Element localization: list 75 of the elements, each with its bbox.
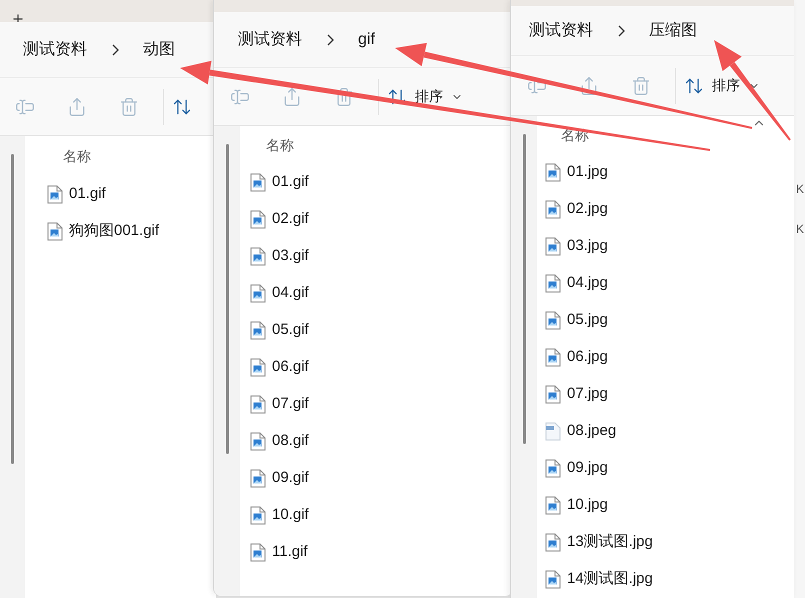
trash-icon — [119, 96, 139, 116]
breadcrumb-item[interactable]: 动图 — [143, 38, 175, 62]
breadcrumb-item[interactable]: 测试资料 — [238, 28, 302, 52]
image-file-icon — [250, 506, 266, 525]
file-row[interactable]: 10.jpg — [545, 487, 794, 524]
image-file-icon — [47, 185, 63, 204]
rename-icon — [230, 86, 250, 106]
image-file-icon — [545, 533, 561, 552]
chevron-right-icon — [111, 44, 119, 56]
rename-icon — [15, 96, 35, 116]
image-file-icon — [250, 358, 266, 377]
file-row[interactable]: 03.jpg — [545, 228, 794, 265]
file-row[interactable]: 03.gif — [250, 238, 513, 275]
image-file-icon — [250, 543, 266, 562]
file-row[interactable]: 13测试图.jpg — [545, 524, 794, 561]
file-row[interactable]: 09.jpg — [545, 450, 794, 487]
file-icon — [545, 422, 561, 441]
scrollbar[interactable] — [522, 134, 526, 444]
chevron-right-icon — [326, 34, 334, 46]
image-file-icon — [545, 163, 561, 182]
file-row[interactable]: 11.gif — [250, 534, 513, 571]
breadcrumb-item[interactable]: gif — [358, 28, 375, 52]
image-file-icon — [250, 469, 266, 488]
image-file-icon — [545, 459, 561, 478]
image-file-icon — [250, 247, 266, 266]
share-icon — [282, 86, 302, 106]
scrollbar[interactable] — [226, 144, 228, 454]
image-file-icon — [545, 385, 561, 404]
file-row[interactable]: 02.jpg — [545, 191, 794, 228]
breadcrumb-item[interactable]: 压缩图 — [649, 18, 697, 42]
file-row[interactable]: 07.gif — [250, 386, 513, 423]
image-file-icon — [250, 432, 266, 451]
image-file-icon — [545, 237, 561, 256]
file-row[interactable]: 10.gif — [250, 497, 513, 534]
image-file-icon — [250, 210, 266, 229]
image-file-icon — [545, 496, 561, 515]
file-row[interactable]: 09.gif — [250, 460, 513, 497]
file-row[interactable]: 06.jpg — [545, 339, 794, 376]
sort-icon — [684, 76, 704, 96]
breadcrumb-item[interactable]: 测试资料 — [23, 38, 87, 62]
image-file-icon — [545, 274, 561, 293]
file-row[interactable]: 07.jpg — [545, 376, 794, 413]
file-row[interactable]: 14测试图.jpg — [545, 561, 794, 598]
file-row[interactable]: 05.jpg — [545, 302, 794, 339]
chevron-right-icon — [617, 24, 625, 36]
file-row[interactable]: 05.gif — [250, 312, 513, 349]
column-header[interactable]: 名称 — [250, 134, 294, 156]
file-row[interactable]: 08.gif — [250, 423, 513, 460]
image-file-icon — [250, 321, 266, 340]
cell-text: K — [795, 181, 804, 198]
image-file-icon — [545, 570, 561, 589]
file-row[interactable]: 04.jpg — [545, 265, 794, 302]
file-row[interactable]: 01.gif — [47, 176, 216, 213]
image-file-icon — [47, 222, 63, 241]
file-row[interactable]: 08.jpeg — [545, 413, 794, 450]
image-file-icon — [545, 348, 561, 367]
breadcrumb-item[interactable]: 测试资料 — [529, 18, 593, 42]
file-row[interactable]: 04.gif — [250, 275, 513, 312]
file-row[interactable]: 01.jpg — [545, 154, 794, 191]
image-file-icon — [250, 173, 266, 192]
file-row[interactable]: 06.gif — [250, 349, 513, 386]
file-row[interactable]: 01.gif — [250, 164, 513, 201]
file-row[interactable]: 狗狗图001.gif — [47, 213, 216, 250]
cell-text: K — [795, 221, 804, 238]
share-icon — [67, 96, 87, 116]
image-file-icon — [545, 200, 561, 219]
scrollbar[interactable] — [10, 154, 14, 464]
trash-icon — [631, 76, 651, 96]
image-file-icon — [250, 395, 266, 414]
image-file-icon — [250, 284, 266, 303]
column-header[interactable]: 名称 — [47, 146, 91, 166]
sort-icon — [172, 96, 192, 116]
share-icon — [579, 76, 599, 96]
file-row[interactable]: 02.gif — [250, 201, 513, 238]
image-file-icon — [545, 311, 561, 330]
